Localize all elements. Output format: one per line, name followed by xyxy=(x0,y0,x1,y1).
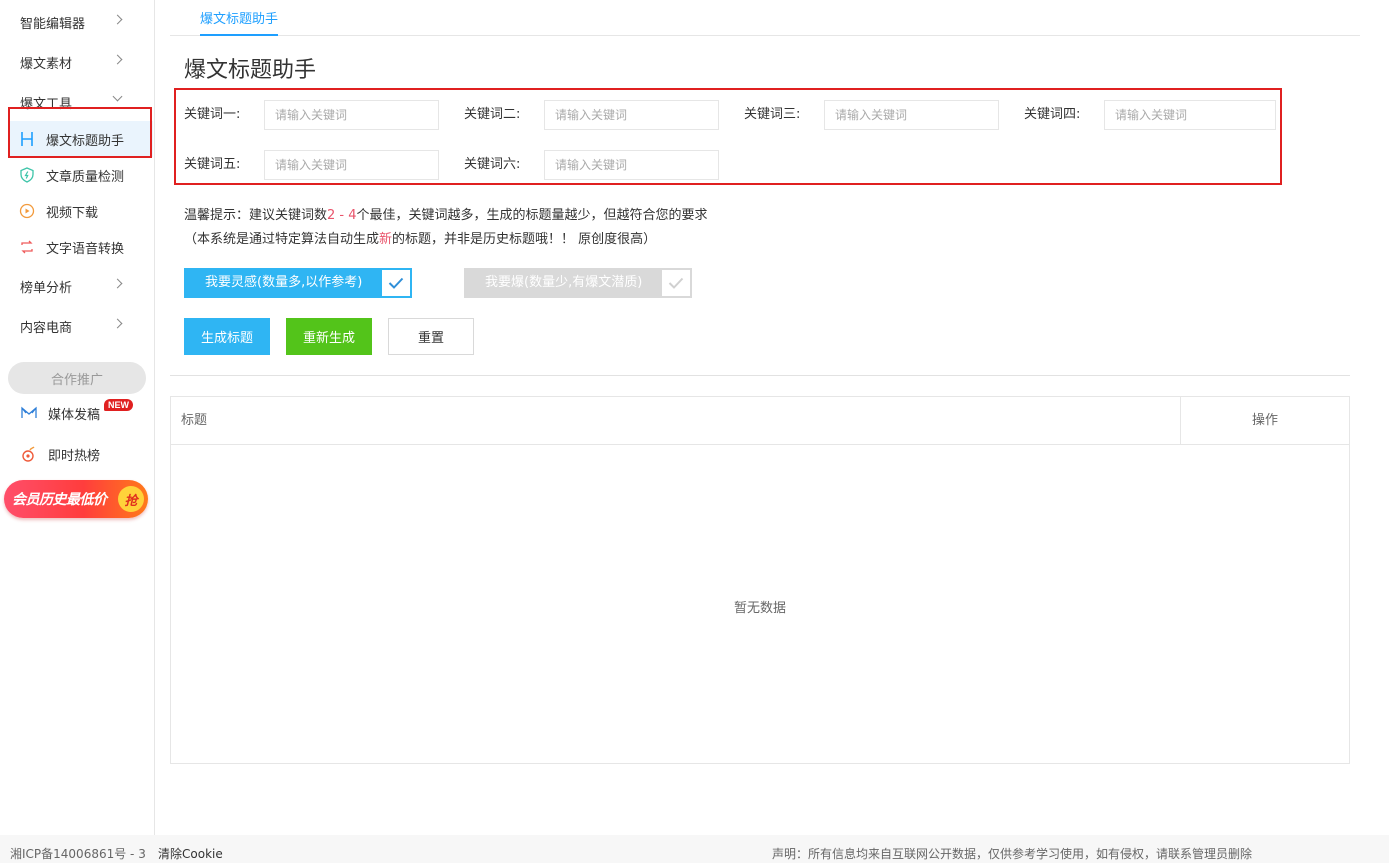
check-icon xyxy=(660,268,693,298)
promo-section-label: 合作推广 xyxy=(8,362,146,394)
tip-range: 2 - 4 xyxy=(327,208,357,223)
page-title: 爆文标题助手 xyxy=(184,58,317,83)
convert-arrows-icon xyxy=(18,238,36,256)
vip-promo-banner[interactable]: 会员历史最低价 抢 xyxy=(4,480,148,518)
tip-text: （本系统是通过特定算法自动生成 xyxy=(184,232,380,247)
chevron-right-icon xyxy=(112,54,123,65)
generate-button[interactable]: 生成标题 xyxy=(184,318,270,355)
nav-group-label: 智能编辑器 xyxy=(20,16,86,32)
keyword-input-6[interactable] xyxy=(544,150,719,180)
nav-group-label: 爆文素材 xyxy=(20,56,73,72)
keyword-label-4: 关键词四: xyxy=(1024,107,1081,122)
shield-bolt-icon xyxy=(18,166,36,184)
tip-new: 新 xyxy=(379,232,393,247)
nav-group-label: 内容电商 xyxy=(20,320,73,336)
column-header-action: 操作 xyxy=(1251,413,1278,428)
icp-license-link[interactable]: 湘ICP备14006861号 - 3 xyxy=(10,845,146,862)
reset-button[interactable]: 重置 xyxy=(388,318,474,355)
keyword-label-3: 关键词三: xyxy=(744,107,801,122)
sidebar-item-media-publish[interactable]: 媒体发稿 xyxy=(10,395,155,431)
column-header-title: 标题 xyxy=(181,413,208,428)
nav-group-ecommerce[interactable]: 内容电商 xyxy=(0,306,155,346)
sidebar-item-label: 视频下载 xyxy=(46,205,99,221)
mode-label: 我要爆(数量少,有爆文潜质) xyxy=(464,268,661,298)
keyword-label-6: 关键词六: xyxy=(464,157,521,172)
nav-group-materials[interactable]: 爆文素材 xyxy=(0,42,155,82)
tip-text: 个最佳，关键词越多，生成的标题量越少，但越符合您的要求 xyxy=(356,208,708,223)
chevron-right-icon xyxy=(112,278,123,289)
footer: 湘ICP备14006861号 - 3 清除Cookie 声明：所有信息均来自互联… xyxy=(0,835,1389,863)
chevron-down-icon xyxy=(112,91,123,102)
tab-title-helper[interactable]: 爆文标题助手 xyxy=(200,0,279,36)
chevron-right-icon xyxy=(112,14,123,25)
disclaimer-text: 声明：所有信息均来自互联网公开数据，仅供参考学习使用，如有侵权，请联系管理员删除 xyxy=(772,847,1253,861)
clear-cookie-link[interactable]: 清除Cookie xyxy=(158,845,223,862)
keyword-input-5[interactable] xyxy=(264,150,439,180)
keyword-label-1: 关键词一: xyxy=(184,107,241,122)
tab-bar: 爆文标题助手 xyxy=(170,0,1360,36)
check-icon xyxy=(380,268,413,298)
highlight-frame xyxy=(8,107,152,158)
mode-viral-checkbox[interactable]: 我要爆(数量少,有爆文潜质) xyxy=(464,268,693,298)
regenerate-button[interactable]: 重新生成 xyxy=(286,318,372,355)
keyword-input-1[interactable] xyxy=(264,100,439,130)
nav-group-label: 榜单分析 xyxy=(20,280,73,296)
keyword-input-4[interactable] xyxy=(1104,100,1276,130)
divider xyxy=(170,375,1350,376)
chevron-right-icon xyxy=(112,318,123,329)
sidebar-item-quality-check[interactable]: 文章质量检测 xyxy=(8,157,153,193)
mode-label: 我要灵感(数量多,以作参考) xyxy=(184,268,381,298)
keyword-input-2[interactable] xyxy=(544,100,719,130)
flame-icon xyxy=(20,445,38,463)
nav-group-smart-editor[interactable]: 智能编辑器 xyxy=(0,2,155,42)
sidebar-item-tts[interactable]: 文字语音转换 xyxy=(8,229,153,265)
table-header: 标题 操作 xyxy=(171,397,1349,445)
tip-text: 温馨提示：建议关键词数 xyxy=(184,208,328,223)
sidebar-item-label: 即时热榜 xyxy=(48,448,101,464)
tip-line-1: 温馨提示：建议关键词数2 - 4个最佳，关键词越多，生成的标题量越少，但越符合您… xyxy=(184,204,708,223)
sidebar-item-label: 文章质量检测 xyxy=(46,169,125,185)
mode-inspiration-checkbox[interactable]: 我要灵感(数量多,以作参考) xyxy=(184,268,413,298)
sidebar: 智能编辑器 爆文素材 爆文工具 爆文标题助手 文章质量检测 视频下载 文字语音转… xyxy=(0,0,155,835)
tip-text: 的标题，并非是历史标题哦！！ 原创度很高） xyxy=(392,232,657,247)
keyword-input-3[interactable] xyxy=(824,100,999,130)
sidebar-item-label: 文字语音转换 xyxy=(46,241,125,257)
tip-line-2: （本系统是通过特定算法自动生成新的标题，并非是历史标题哦！！ 原创度很高） xyxy=(184,228,656,247)
vip-grab-badge: 抢 xyxy=(118,486,144,512)
vip-banner-text: 会员历史最低价 xyxy=(12,492,107,508)
media-icon xyxy=(20,404,38,422)
keyword-label-2: 关键词二: xyxy=(464,107,521,122)
keyword-label-5: 关键词五: xyxy=(184,157,241,172)
new-badge: NEW xyxy=(104,399,133,411)
sidebar-item-hot-list[interactable]: 即时热榜 xyxy=(10,436,155,472)
video-download-icon xyxy=(18,202,36,220)
sidebar-item-label: 媒体发稿 xyxy=(48,407,101,423)
empty-state-text: 暂无数据 xyxy=(733,601,786,616)
nav-group-rankings[interactable]: 榜单分析 xyxy=(0,266,155,306)
sidebar-item-video-download[interactable]: 视频下载 xyxy=(8,193,153,229)
results-table: 标题 操作 暂无数据 xyxy=(170,396,1350,764)
